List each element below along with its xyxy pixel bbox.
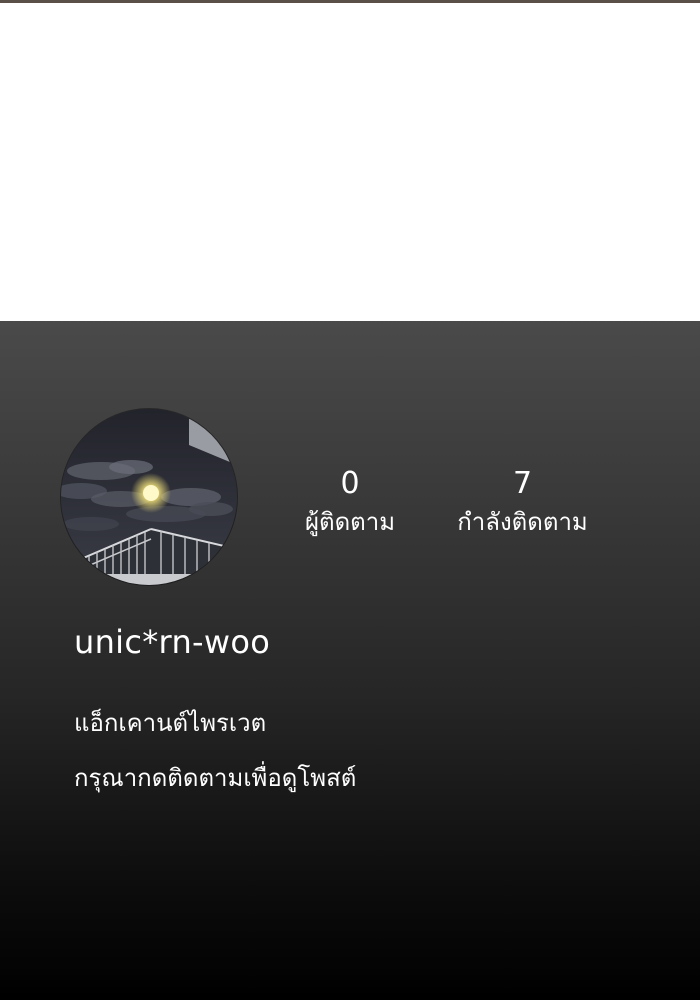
following-stat[interactable]: 7 กำลังติดตาม [440, 466, 605, 540]
page: 0 ผู้ติดตาม 7 กำลังติดตาม unic*rn-woo แอ… [0, 0, 700, 1000]
avatar[interactable] [61, 409, 237, 585]
blank-content-area [0, 3, 700, 321]
followers-label: ผู้ติดตาม [304, 508, 396, 536]
following-label: กำลังติดตาม [457, 508, 588, 536]
followers-count: 0 [340, 466, 360, 501]
username: unic*rn-woo [74, 623, 271, 661]
private-account-notice: แอ็กเคานต์ไพรเวต [74, 709, 267, 737]
followers-stat[interactable]: 0 ผู้ติดตาม [290, 466, 410, 540]
follow-to-see-posts-notice: กรุณากดติดตามเพื่อดูโพสต์ [74, 764, 357, 792]
following-count: 7 [512, 466, 533, 501]
moon-night-balcony-image [61, 409, 237, 585]
